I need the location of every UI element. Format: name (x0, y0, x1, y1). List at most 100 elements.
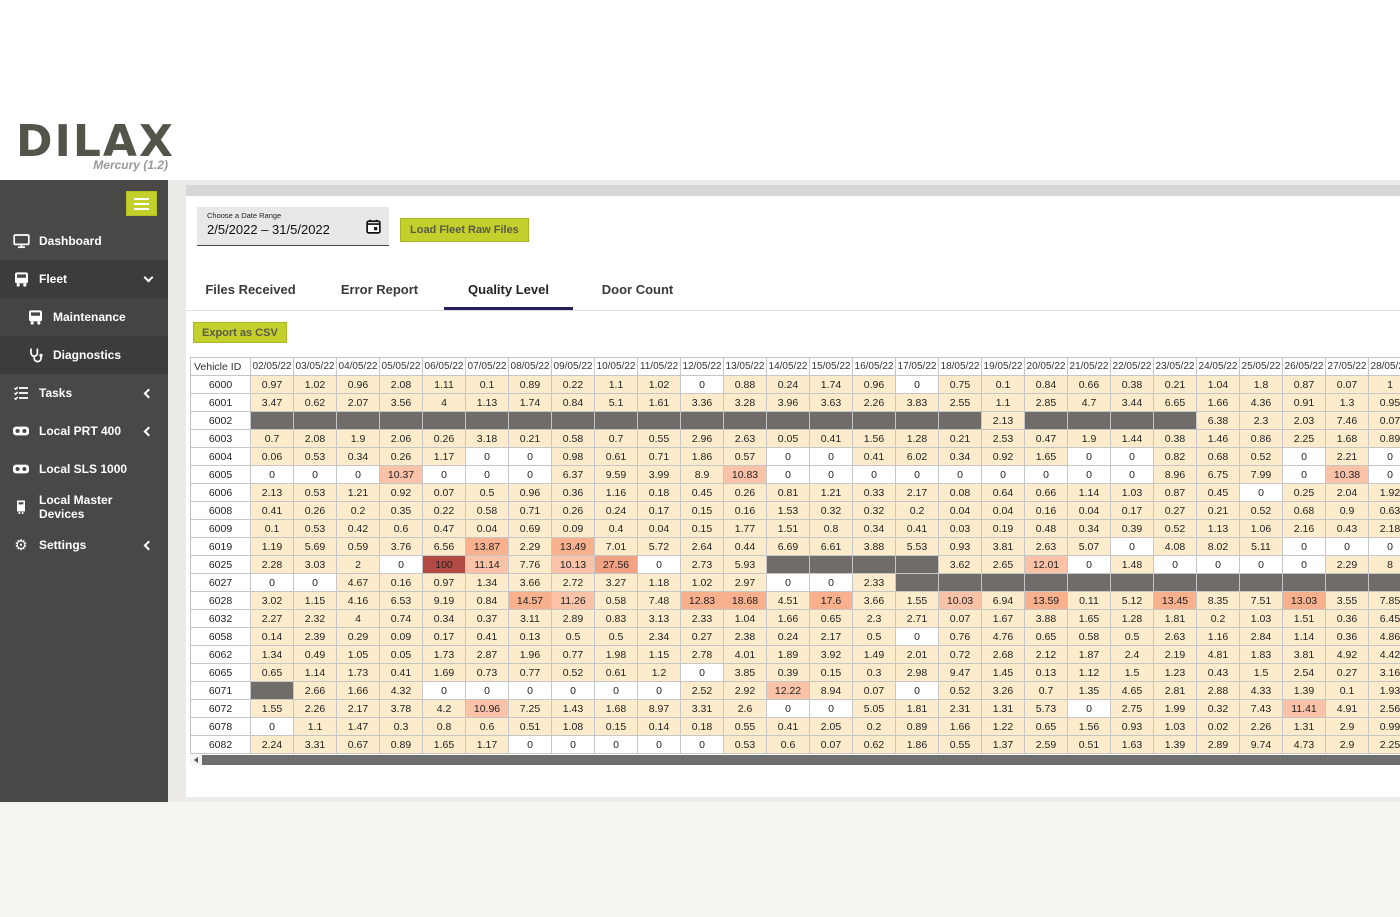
table-cell: 0.07 (423, 484, 466, 502)
table-cell: 0 (466, 466, 509, 484)
tab-quality-level[interactable]: Quality Level (444, 272, 573, 310)
table-cell: 0.89 (896, 718, 939, 736)
table-cell: 0 (810, 448, 853, 466)
table-cell: 1.66 (939, 718, 982, 736)
table-cell: 7.99 (1240, 466, 1283, 484)
table-cell (1240, 574, 1283, 592)
table-cell: 0 (1068, 448, 1111, 466)
table-cell: 1.28 (896, 430, 939, 448)
table-cell: 2.3 (1240, 412, 1283, 430)
table-cell: 0.89 (380, 736, 423, 754)
sidebar-item-local-prt-400[interactable]: Local PRT 400 (0, 412, 168, 450)
tab-error-report[interactable]: Error Report (315, 272, 444, 310)
table-cell (509, 412, 552, 430)
table-cell: 2.17 (810, 628, 853, 646)
table-cell: 2.89 (1197, 736, 1240, 754)
sidebar-menu: DashboardFleetMaintenanceDiagnosticsTask… (0, 222, 168, 564)
horizontal-scrollbar[interactable] (190, 755, 1400, 765)
table-cell: 4.36 (1240, 394, 1283, 412)
table-cell: 0 (251, 574, 294, 592)
table-cell: 1.39 (1283, 682, 1326, 700)
tab-door-count[interactable]: Door Count (573, 272, 702, 310)
sidebar-item-local-sls-1000[interactable]: Local SLS 1000 (0, 450, 168, 488)
table-cell: 4 (423, 394, 466, 412)
table-cell: 1.63 (1111, 736, 1154, 754)
table-cell: 6.02 (896, 448, 939, 466)
table-cell: 1.44 (1111, 430, 1154, 448)
table-cell: 14.57 (509, 592, 552, 610)
table-cell: 0.47 (1025, 430, 1068, 448)
table-cell (466, 412, 509, 430)
chevron-left-icon (144, 388, 154, 398)
sidebar-item-dashboard[interactable]: Dashboard (0, 222, 168, 260)
table-cell (1025, 574, 1068, 592)
table-cell: 0.15 (681, 502, 724, 520)
chevron-left-icon (144, 426, 154, 436)
table-cell (423, 412, 466, 430)
scrollbar-thumb[interactable] (202, 755, 1400, 765)
table-cell: 2 (337, 556, 380, 574)
menu-toggle-button[interactable] (126, 191, 157, 216)
row-header: 6032 (191, 610, 251, 628)
table-cell: 1.9 (1068, 430, 1111, 448)
table-cell: 0.2 (896, 502, 939, 520)
column-header: 02/05/22 (251, 358, 294, 376)
table-cell: 7.25 (509, 700, 552, 718)
table-cell: 2.39 (294, 628, 337, 646)
sidebar-item-tasks[interactable]: Tasks (0, 374, 168, 412)
table-cell: 1.69 (423, 664, 466, 682)
table-cell: 1.8 (1240, 376, 1283, 394)
sidebar-item-fleet[interactable]: Fleet (0, 260, 168, 298)
row-header: 6078 (191, 718, 251, 736)
scrollbar-left-arrow[interactable] (190, 755, 202, 765)
tab-files-received[interactable]: Files Received (186, 272, 315, 310)
sidebar-item-settings[interactable]: ⚙Settings (0, 526, 168, 564)
table-cell: 6.37 (552, 466, 595, 484)
table-cell: 2.66 (294, 682, 337, 700)
calendar-icon[interactable] (366, 219, 381, 234)
table-cell: 0.43 (1197, 664, 1240, 682)
table-cell (595, 412, 638, 430)
table-cell: 0.2 (1197, 610, 1240, 628)
table-cell: 17.6 (810, 592, 853, 610)
table-cell: 0.53 (294, 484, 337, 502)
load-fleet-raw-files-button[interactable]: Load Fleet Raw Files (400, 218, 529, 242)
table-cell: 1.06 (1240, 520, 1283, 538)
export-csv-button[interactable]: Export as CSV (193, 322, 287, 343)
table-cell: 0 (896, 682, 939, 700)
date-range-label: Choose a Date Range (207, 211, 381, 220)
table-cell: 0.26 (380, 448, 423, 466)
sidebar-item-maintenance[interactable]: Maintenance (0, 298, 168, 336)
table-cell: 5.72 (638, 538, 681, 556)
table-cell: 2.78 (681, 646, 724, 664)
sidebar-item-diagnostics[interactable]: Diagnostics (0, 336, 168, 374)
column-header: 07/05/22 (466, 358, 509, 376)
table-cell: 0.75 (939, 376, 982, 394)
table-cell: 0 (1111, 448, 1154, 466)
table-cell: 1.66 (1197, 394, 1240, 412)
table-cell: 0 (509, 466, 552, 484)
table-cell: 13.45 (1154, 592, 1197, 610)
table-cell: 0.53 (724, 736, 767, 754)
sidebar-item-local-master-devices[interactable]: Local Master Devices (0, 488, 168, 526)
table-cell: 0.4 (595, 520, 638, 538)
table-cell: 8.9 (681, 466, 724, 484)
table-cell: 3.03 (294, 556, 337, 574)
table-cell: 2.63 (724, 430, 767, 448)
date-range-input[interactable]: Choose a Date Range 2/5/2022 – 31/5/2022 (197, 207, 389, 246)
column-header: 08/05/22 (509, 358, 552, 376)
table-cell: 2.17 (896, 484, 939, 502)
table-cell: 1.03 (1111, 484, 1154, 502)
table-cell: 1.19 (251, 538, 294, 556)
table-cell: 1.87 (1068, 646, 1111, 664)
table-cell: 2.63 (1154, 628, 1197, 646)
tab-bar: Files ReceivedError ReportQuality LevelD… (186, 272, 1400, 311)
column-header: 04/05/22 (337, 358, 380, 376)
table-cell: 2.25 (1283, 430, 1326, 448)
table-cell: 1.21 (337, 484, 380, 502)
table-cell: 2.03 (1283, 412, 1326, 430)
row-header: 6071 (191, 682, 251, 700)
table-cell: 0.87 (1154, 484, 1197, 502)
table-cell: 0.22 (552, 376, 595, 394)
table-cell: 1.21 (810, 484, 853, 502)
